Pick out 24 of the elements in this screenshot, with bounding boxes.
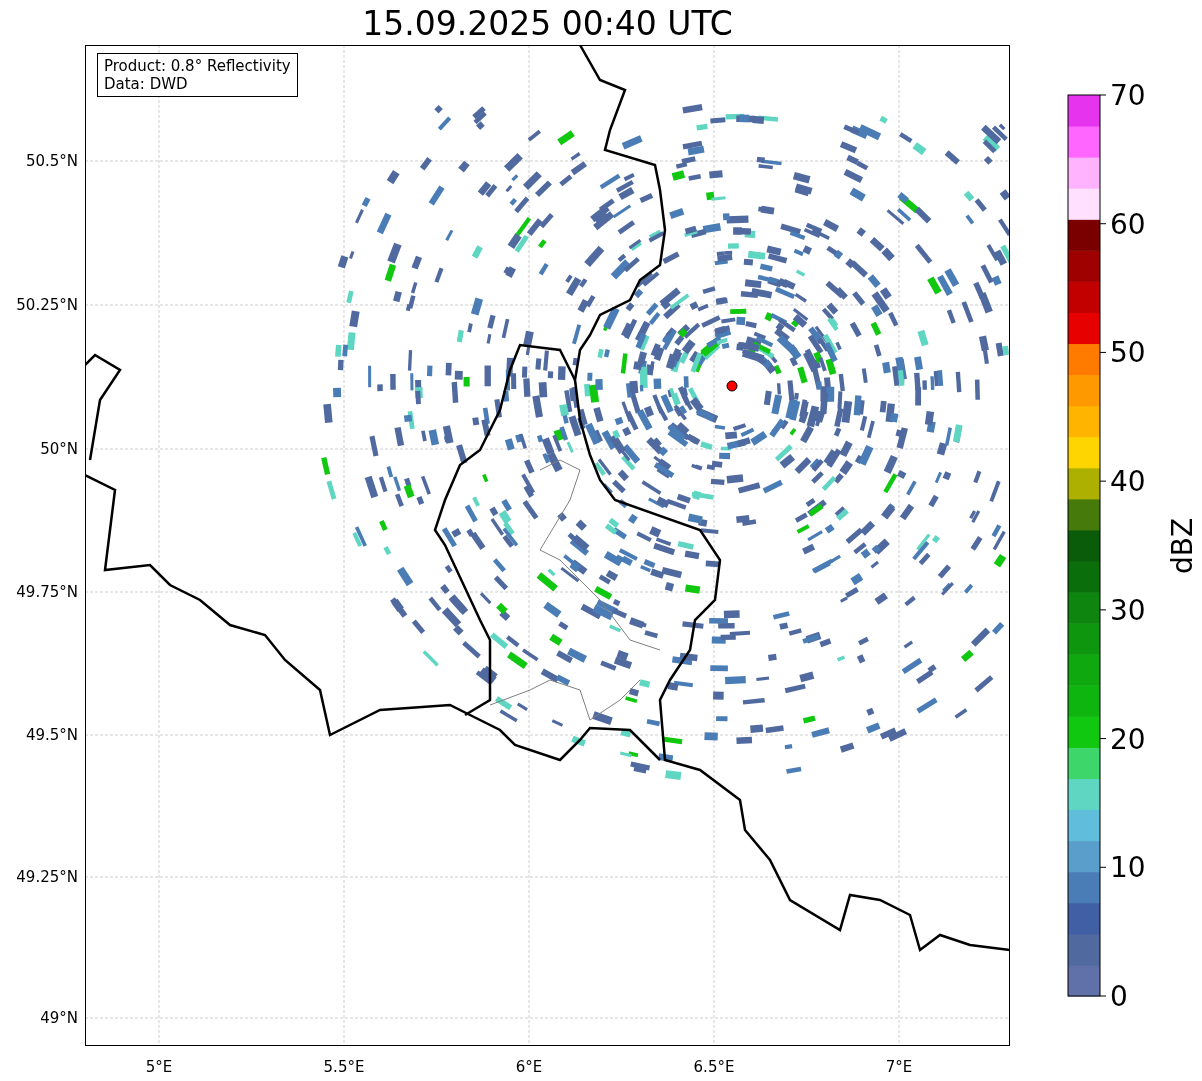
longitude-label: 6°E xyxy=(515,1058,543,1076)
colorbar-label: dBZ xyxy=(1166,517,1199,575)
latitude-label: 50.25°N xyxy=(16,296,78,314)
colorbar-tick-label: 30 xyxy=(1110,593,1146,627)
longitude-label: 7°E xyxy=(885,1058,913,1076)
latitude-label: 50°N xyxy=(40,440,78,458)
chart-title: 15.09.2025 00:40 UTC xyxy=(362,3,733,45)
longitude-label: 5.5°E xyxy=(323,1058,365,1076)
latitude-label: 49.25°N xyxy=(16,868,78,886)
longitude-label: 5°E xyxy=(145,1058,173,1076)
latitude-label: 49.5°N xyxy=(25,726,78,744)
colorbar-tick-label: 0 xyxy=(1110,980,1128,1013)
colorbar-tick-label: 50 xyxy=(1110,336,1146,370)
latitude-label: 49°N xyxy=(40,1009,78,1027)
info-text: Data: DWD xyxy=(104,75,189,93)
latitude-label: 50.5°N xyxy=(25,152,78,170)
colorbar-tick-label: 70 xyxy=(1110,79,1146,112)
colorbar-tick-label: 40 xyxy=(1110,465,1146,499)
latitude-label: 49.75°N xyxy=(16,583,78,601)
colorbar-tick-label: 20 xyxy=(1110,722,1146,756)
colorbar-tick-label: 10 xyxy=(1110,851,1146,885)
longitude-label: 6.5°E xyxy=(693,1058,735,1076)
colorbar-tick-label: 60 xyxy=(1110,207,1146,241)
info-text: Product: 0.8° Reflectivity xyxy=(104,57,291,75)
